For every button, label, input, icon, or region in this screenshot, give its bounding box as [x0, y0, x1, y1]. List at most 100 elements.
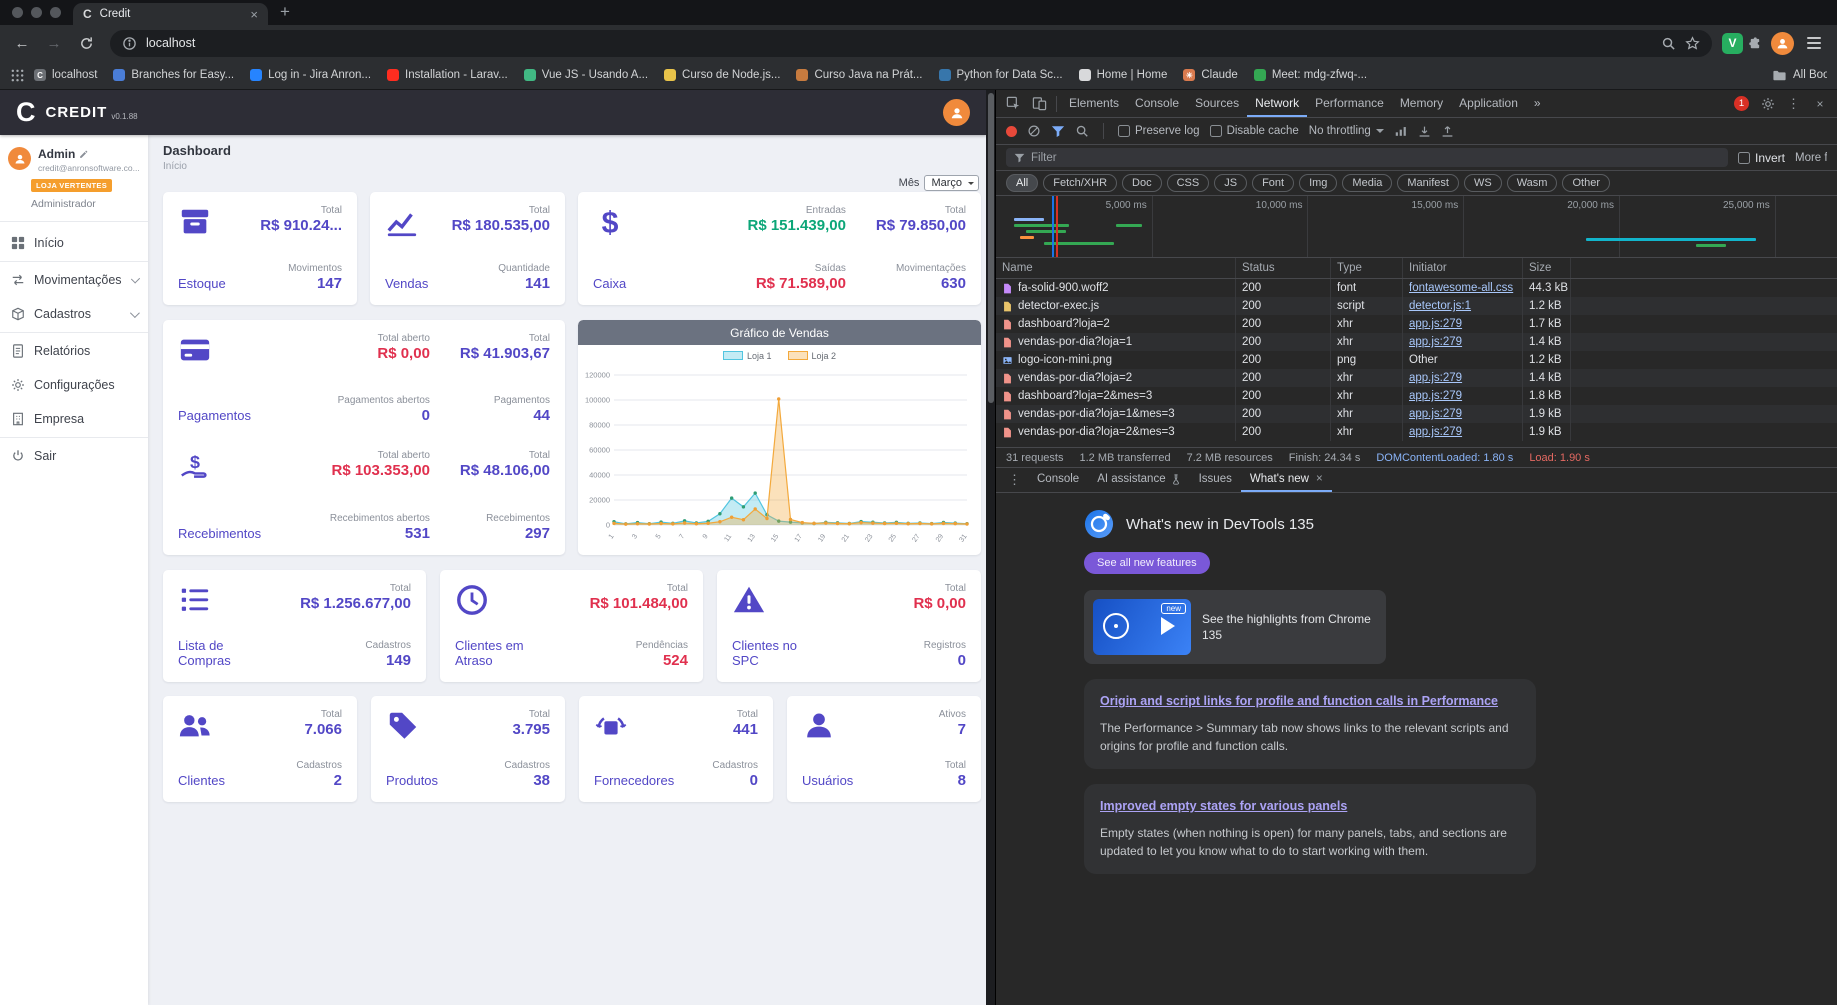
- request-name[interactable]: detector-exec.js: [996, 297, 1236, 315]
- header-avatar[interactable]: [943, 99, 970, 126]
- preserve-log-checkbox[interactable]: Preserve log: [1118, 125, 1200, 137]
- request-name[interactable]: vendas-por-dia?loja=1&mes=3: [996, 405, 1236, 423]
- back-icon[interactable]: ←: [8, 35, 36, 52]
- request-initiator[interactable]: fontawesome-all.css: [1403, 279, 1523, 297]
- settings-gear-icon[interactable]: [1755, 91, 1781, 117]
- bookmark-item[interactable]: Clocalhost: [27, 66, 104, 84]
- drawer-tab-ai-assistance[interactable]: AI assistance: [1088, 468, 1189, 492]
- network-filter-input[interactable]: Filter: [1006, 148, 1728, 167]
- request-initiator[interactable]: app.js:279: [1403, 423, 1523, 441]
- close-window-icon[interactable]: [12, 7, 23, 18]
- sidebar-item-home[interactable]: Início: [0, 226, 148, 260]
- sidebar-item-building[interactable]: Empresa: [0, 402, 148, 436]
- bookmark-item[interactable]: Meet: mdg-zfwq-...: [1247, 66, 1374, 84]
- request-name[interactable]: vendas-por-dia?loja=2&mes=3: [996, 423, 1236, 441]
- filter-funnel-icon[interactable]: [1051, 125, 1065, 138]
- drawer-menu-icon[interactable]: ⋮: [1002, 472, 1028, 488]
- filter-chip-ws[interactable]: WS: [1463, 174, 1502, 192]
- initiator-text[interactable]: fontawesome-all.css: [1409, 282, 1513, 294]
- network-search-icon[interactable]: [1075, 124, 1089, 138]
- bookmark-item[interactable]: Curso de Node.js...: [657, 66, 787, 84]
- filter-chip-other[interactable]: Other: [1562, 174, 1610, 192]
- column-header-name[interactable]: Name: [996, 258, 1236, 278]
- network-request-row[interactable]: vendas-por-dia?loja=1 200 xhr app.js:279 1.4…: [996, 333, 1837, 351]
- network-request-row[interactable]: fa-solid-900.woff2 200 font fontawesome-all…: [996, 279, 1837, 297]
- filter-chip-wasm[interactable]: Wasm: [1506, 174, 1558, 192]
- filter-chip-manifest[interactable]: Manifest: [1397, 174, 1459, 192]
- drawer-tab-issues[interactable]: Issues: [1190, 468, 1241, 492]
- network-request-row[interactable]: vendas-por-dia?loja=2 200 xhr app.js:279 1.4…: [996, 369, 1837, 387]
- initiator-text[interactable]: app.js:279: [1409, 408, 1462, 420]
- request-initiator[interactable]: app.js:279: [1403, 333, 1523, 351]
- bookmark-item[interactable]: Log in - Jira Anron...: [243, 66, 378, 84]
- tab-close-icon[interactable]: ×: [250, 7, 258, 22]
- sidebar-item-box[interactable]: Cadastros: [0, 297, 148, 331]
- initiator-text[interactable]: detector.js:1: [1409, 300, 1471, 312]
- tab-memory[interactable]: Memory: [1392, 90, 1451, 117]
- inspect-element-icon[interactable]: [1000, 91, 1026, 117]
- apps-grid-icon[interactable]: [10, 68, 25, 83]
- browser-menu-icon[interactable]: [1807, 37, 1821, 49]
- legend-item-loja-1[interactable]: Loja 1: [722, 351, 772, 361]
- filter-chip-css[interactable]: CSS: [1166, 174, 1210, 192]
- request-initiator[interactable]: app.js:279: [1403, 315, 1523, 333]
- filter-chip-all[interactable]: All: [1006, 174, 1039, 192]
- extensions-puzzle-icon[interactable]: [1747, 36, 1762, 51]
- bookmark-item[interactable]: Vue JS - Usando A...: [517, 66, 655, 84]
- tab-elements[interactable]: Elements: [1061, 90, 1127, 117]
- bookmark-item[interactable]: Branches for Easy...: [106, 66, 241, 84]
- tab-sources[interactable]: Sources: [1187, 90, 1247, 117]
- export-har-icon[interactable]: [1441, 125, 1454, 138]
- extension-v-icon[interactable]: V: [1722, 32, 1743, 54]
- network-request-row[interactable]: detector-exec.js 200 script detector.js:1 1.…: [996, 297, 1837, 315]
- search-icon[interactable]: [1661, 36, 1676, 51]
- window-controls[interactable]: [0, 0, 73, 25]
- more-tabs-button[interactable]: »: [1526, 90, 1549, 117]
- drawer-tab-what-s-new[interactable]: What's new ×: [1240, 468, 1332, 492]
- devtools-menu-icon[interactable]: ⋮: [1781, 96, 1807, 112]
- minimize-window-icon[interactable]: [31, 7, 42, 18]
- request-name[interactable]: dashboard?loja=2&mes=3: [996, 387, 1236, 405]
- close-devtools-icon[interactable]: ×: [1807, 91, 1833, 117]
- network-request-row[interactable]: vendas-por-dia?loja=1&mes=3 200 xhr app.js:…: [996, 405, 1837, 423]
- filter-chip-font[interactable]: Font: [1252, 174, 1295, 192]
- initiator-text[interactable]: app.js:279: [1409, 426, 1462, 438]
- import-har-icon[interactable]: [1418, 125, 1431, 138]
- profile-avatar[interactable]: [1771, 31, 1794, 55]
- bookmark-item[interactable]: Home | Home: [1072, 66, 1175, 84]
- device-toolbar-icon[interactable]: [1026, 91, 1052, 117]
- network-conditions-icon[interactable]: [1394, 125, 1408, 137]
- scrollbar-thumb[interactable]: [987, 93, 994, 403]
- request-initiator[interactable]: detector.js:1: [1403, 297, 1523, 315]
- filter-chip-fetchxhr[interactable]: Fetch/XHR: [1043, 174, 1118, 192]
- filter-chip-img[interactable]: Img: [1299, 174, 1338, 192]
- edit-pencil-icon[interactable]: [79, 150, 88, 159]
- close-icon[interactable]: ×: [1316, 473, 1323, 485]
- clear-network-icon[interactable]: [1027, 124, 1041, 138]
- request-initiator[interactable]: app.js:279: [1403, 405, 1523, 423]
- initiator-text[interactable]: app.js:279: [1409, 372, 1462, 384]
- filter-chip-doc[interactable]: Doc: [1122, 174, 1162, 192]
- request-name[interactable]: dashboard?loja=2: [996, 315, 1236, 333]
- column-header-initiator[interactable]: Initiator: [1403, 258, 1523, 278]
- sidebar-item-exchange[interactable]: Movimentações: [0, 263, 148, 297]
- sidebar-item-gear[interactable]: Configurações: [0, 368, 148, 402]
- request-initiator[interactable]: app.js:279: [1403, 387, 1523, 405]
- network-request-row[interactable]: logo-icon-mini.png 200 png Other 1.2 kB: [996, 351, 1837, 369]
- all-bookmarks-folder[interactable]: All Bookmarks: [1772, 68, 1827, 83]
- initiator-text[interactable]: app.js:279: [1409, 318, 1462, 330]
- network-request-row[interactable]: dashboard?loja=2 200 xhr app.js:279 1.7 kB: [996, 315, 1837, 333]
- initiator-text[interactable]: app.js:279: [1409, 336, 1462, 348]
- network-request-row[interactable]: vendas-por-dia?loja=2&mes=3 200 xhr app.js:…: [996, 423, 1837, 441]
- column-header-size[interactable]: Size: [1523, 258, 1571, 278]
- tab-performance[interactable]: Performance: [1307, 90, 1392, 117]
- new-tab-button[interactable]: +: [280, 2, 290, 22]
- request-name[interactable]: vendas-por-dia?loja=1: [996, 333, 1236, 351]
- network-overview-timeline[interactable]: 5,000 ms 10,000 ms 15,000 ms 20,000 ms 25,00…: [996, 196, 1837, 258]
- url-text[interactable]: localhost: [146, 36, 1652, 50]
- address-bar[interactable]: localhost: [110, 29, 1712, 57]
- error-badge[interactable]: 1: [1734, 96, 1749, 111]
- bookmark-item[interactable]: Python for Data Sc...: [932, 66, 1070, 84]
- disable-cache-checkbox[interactable]: Disable cache: [1209, 125, 1299, 137]
- column-header-status[interactable]: Status: [1236, 258, 1331, 278]
